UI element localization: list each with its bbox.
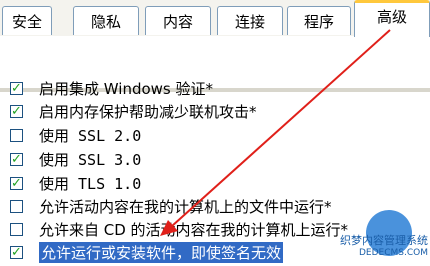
annotation-arrow <box>160 29 391 236</box>
arrow-line <box>171 29 391 227</box>
watermark-url: DEDECMS.COM <box>359 248 428 258</box>
watermark-brand: 织梦内容管理系统 <box>340 234 428 247</box>
